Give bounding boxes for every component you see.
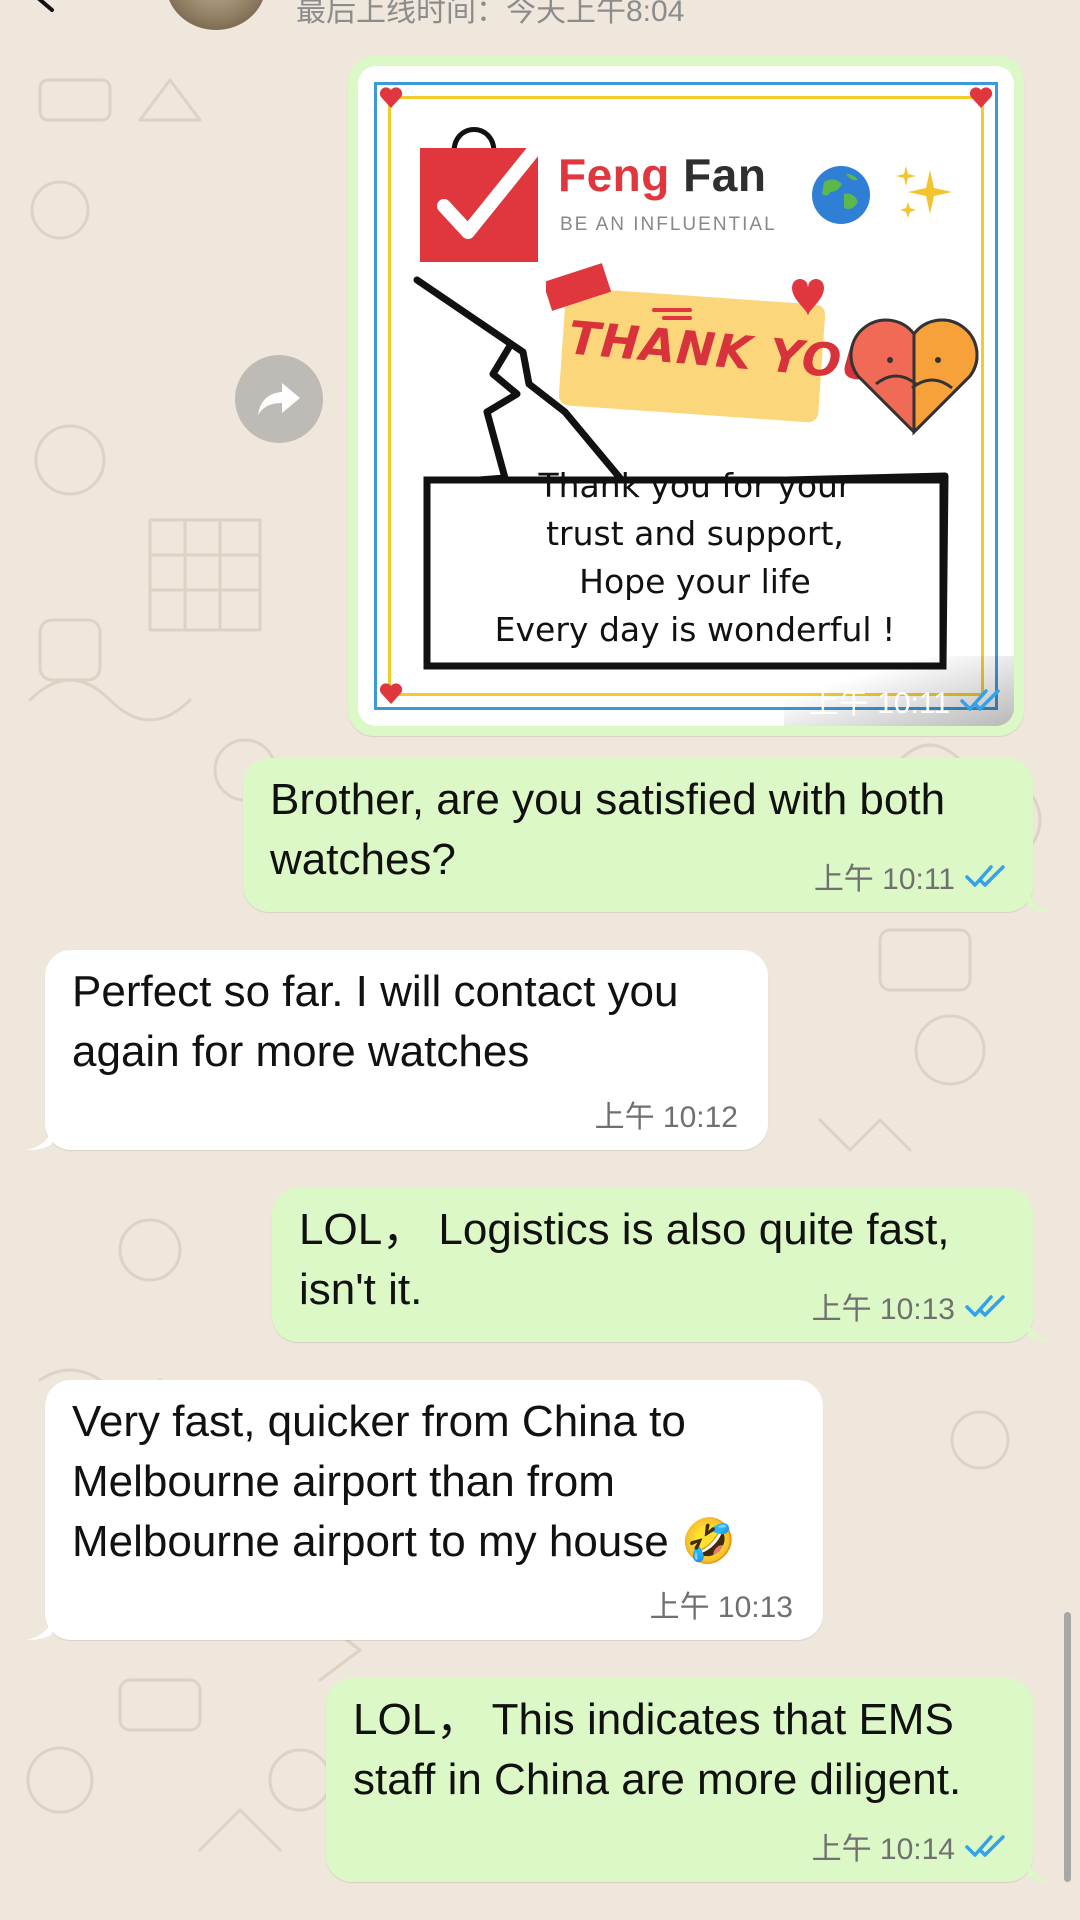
bubble-tail <box>1028 1860 1054 1882</box>
contact-avatar[interactable] <box>166 0 266 30</box>
message-time: 上午 10:13 <box>649 1591 793 1624</box>
phone-icon[interactable] <box>975 0 1021 12</box>
bubble-tail <box>26 1128 52 1150</box>
message-text: Very fast, quicker from China to Melbour… <box>72 1397 736 1566</box>
sparkles-icon <box>896 166 952 218</box>
brand-name: Feng Fan <box>558 148 766 202</box>
heart-icon <box>379 87 403 108</box>
last-seen-status: 最后上线时间：今天上午8:04 <box>296 0 685 28</box>
message-time: 上午 10:14 <box>811 1833 955 1866</box>
message-meta: 上午 10:14 <box>812 1824 1009 1868</box>
double-check-icon <box>965 1835 1005 1857</box>
bubble-tail <box>1028 1320 1054 1342</box>
globe-icon <box>812 166 870 224</box>
message-time: 上午 10:11 <box>808 687 950 720</box>
forward-button[interactable] <box>235 355 323 443</box>
message-time: 上午 10:11 <box>813 863 955 896</box>
image-message[interactable]: Feng Fan BE AN INFLUENTIAL THANK YOU Tha… <box>348 56 1024 736</box>
message-meta: 上午 10:11 <box>809 678 1004 722</box>
video-camera-icon[interactable] <box>843 0 893 14</box>
double-check-icon <box>965 865 1005 887</box>
share-forward-icon <box>258 383 300 415</box>
double-check-icon <box>965 1295 1005 1317</box>
message-meta: 上午 10:13 <box>650 1582 793 1626</box>
chevron-left-icon[interactable] <box>28 0 58 14</box>
message-meta: 上午 10:11 <box>814 854 1009 898</box>
heart-icon <box>379 683 403 704</box>
message-meta: 上午 10:12 <box>595 1092 738 1136</box>
message-meta: 上午 10:13 <box>812 1284 1009 1328</box>
bubble-tail <box>1028 890 1054 912</box>
incoming-message[interactable]: Very fast, quicker from China to Melbour… <box>45 1380 823 1640</box>
brand-name-part2: Fan <box>683 149 767 201</box>
thank-you-card-image: Feng Fan BE AN INFLUENTIAL THANK YOU Tha… <box>358 66 1014 726</box>
brand-tagline: BE AN INFLUENTIAL <box>560 214 777 235</box>
message-time: 上午 10:12 <box>594 1101 738 1134</box>
message-time: 上午 10:13 <box>811 1293 955 1326</box>
message-text: Perfect so far. I will contact you again… <box>72 967 679 1076</box>
double-check-icon <box>960 689 1000 711</box>
message-text: LOL， This indicates that EMS staff in Ch… <box>353 1695 962 1804</box>
scrollbar[interactable] <box>1064 1612 1071 1882</box>
shopping-bag-logo-icon <box>420 127 541 262</box>
brand-name-part1: Feng <box>558 149 670 201</box>
hugging-heart-icon <box>849 318 979 436</box>
outgoing-message[interactable]: LOL， This indicates that EMS staff in Ch… <box>326 1678 1033 1882</box>
heart-icon <box>969 87 993 108</box>
card-message-text: Thank you for your trust and support, Ho… <box>494 466 896 649</box>
outgoing-message[interactable]: LOL， Logistics is also quite fast, isn't… <box>272 1188 1033 1342</box>
chat-header: 最后上线时间：今天上午8:04 <box>0 0 1080 44</box>
outgoing-message[interactable]: Brother, are you satisfied with both wat… <box>243 758 1033 912</box>
bubble-tail <box>26 1618 52 1640</box>
incoming-message[interactable]: Perfect so far. I will contact you again… <box>45 950 768 1150</box>
